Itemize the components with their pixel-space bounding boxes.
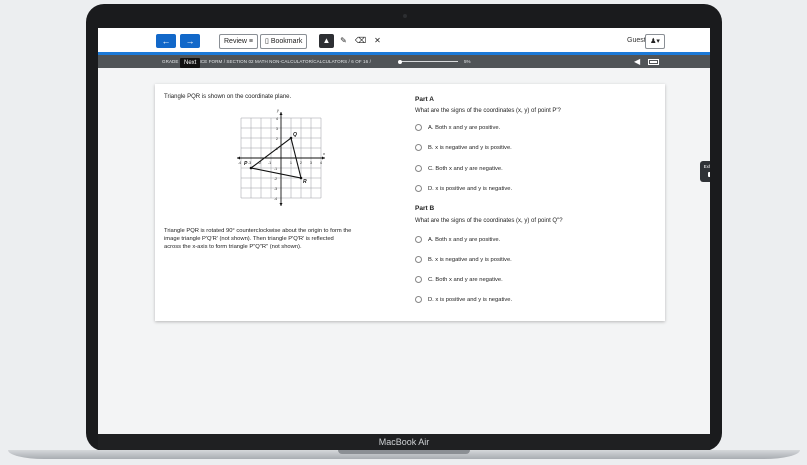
x-tick: -4 xyxy=(238,161,241,165)
y-tick: -1 xyxy=(274,167,277,171)
part-b-option-b[interactable]: B. x is negative and y is positive. xyxy=(415,256,512,263)
radio-button[interactable] xyxy=(415,185,422,192)
x-axis-label: x xyxy=(322,152,326,156)
pen-tool-icon[interactable]: ✎ xyxy=(336,34,351,48)
x-tick: 4 xyxy=(320,161,322,165)
radio-button[interactable] xyxy=(415,236,422,243)
coordinate-plane: P Q R y x -4 -3 -2 -1 1 2 3 4 4 3 2 1 -1… xyxy=(237,109,326,206)
part-a-title: Part A xyxy=(415,96,434,103)
progress-percent: 5% xyxy=(464,59,471,64)
x-tick: -1 xyxy=(268,161,271,165)
y-axis-label: y xyxy=(276,109,280,113)
part-a-option-c[interactable]: C. Both x and y are negative. xyxy=(415,165,503,172)
radio-button[interactable] xyxy=(415,124,422,131)
progress-bar xyxy=(400,61,458,62)
x-tick: -2 xyxy=(258,161,261,165)
bookmark-icon: ▯ xyxy=(265,38,269,45)
part-b-prompt: What are the signs of the coordinates (x… xyxy=(415,218,563,224)
user-menu-button[interactable]: ♟▾ xyxy=(645,34,665,49)
exhibits-button[interactable]: Exhibits xyxy=(700,161,710,182)
progress-indicator xyxy=(398,59,402,64)
radio-button[interactable] xyxy=(415,165,422,172)
app-screen: ← → Review ≡ ▯ Bookmark ▲ ✎ ⌫ ✕ Guest ♟▾… xyxy=(98,28,710,434)
list-icon: ≡ xyxy=(248,38,253,45)
device-brand-label: MacBook Air xyxy=(98,434,710,450)
arrow-right-icon: → xyxy=(185,36,195,46)
tool-group: ▲ ✎ ⌫ ✕ xyxy=(319,34,385,48)
next-tooltip: Next xyxy=(180,58,201,68)
question-card: Triangle PQR is shown on the coordinate … xyxy=(155,84,665,321)
camera-dot xyxy=(403,14,407,18)
y-tick: 4 xyxy=(276,117,278,121)
y-tick: 1 xyxy=(276,147,278,151)
x-tick: -3 xyxy=(248,161,251,165)
bookmark-button[interactable]: ▯ Bookmark xyxy=(260,34,308,49)
folder-icon xyxy=(708,172,710,177)
radio-button[interactable] xyxy=(415,144,422,151)
user-name: Guest xyxy=(627,37,646,44)
speaker-icon[interactable]: ◀ xyxy=(634,55,640,68)
part-a-option-a[interactable]: A. Both x and y are positive. xyxy=(415,124,500,131)
back-button[interactable]: ← xyxy=(156,34,176,48)
point-q-label: Q xyxy=(293,132,297,138)
y-tick: 3 xyxy=(276,127,278,131)
top-toolbar: ← → Review ≡ ▯ Bookmark ▲ ✎ ⌫ ✕ Guest ♟▾ xyxy=(98,28,710,55)
arrow-left-icon: ← xyxy=(161,36,171,46)
pointer-tool-icon[interactable]: ▲ xyxy=(319,34,334,48)
radio-button[interactable] xyxy=(415,256,422,263)
review-button[interactable]: Review ≡ xyxy=(219,34,258,49)
point-r-label: R xyxy=(303,179,307,185)
y-tick: -4 xyxy=(274,197,277,201)
part-b-option-d[interactable]: D. x is positive and y is negative. xyxy=(415,296,512,303)
battery-icon xyxy=(648,59,659,65)
x-tick: 3 xyxy=(310,161,312,165)
part-a-option-d[interactable]: D. x is positive and y is negative. xyxy=(415,185,512,192)
x-tick: 1 xyxy=(290,161,292,165)
question-stem: Triangle PQR is shown on the coordinate … xyxy=(164,94,292,100)
x-tick: 2 xyxy=(300,161,302,165)
y-tick: 2 xyxy=(276,137,278,141)
part-a-prompt: What are the signs of the coordinates (x… xyxy=(415,108,561,114)
question-description: Triangle PQR is rotated 90° counterclock… xyxy=(164,228,352,250)
radio-button[interactable] xyxy=(415,296,422,303)
close-tool-icon[interactable]: ✕ xyxy=(370,34,385,48)
laptop-notch xyxy=(338,450,470,454)
y-tick: -3 xyxy=(274,187,277,191)
eraser-tool-icon[interactable]: ⌫ xyxy=(353,34,368,48)
part-b-option-a[interactable]: A. Both x and y are positive. xyxy=(415,236,500,243)
part-a-option-b[interactable]: B. x is negative and y is positive. xyxy=(415,144,512,151)
part-b-title: Part B xyxy=(415,205,435,212)
part-b-option-c[interactable]: C. Both x and y are negative. xyxy=(415,276,503,283)
y-tick: -2 xyxy=(274,177,277,181)
next-button[interactable]: → xyxy=(180,34,200,48)
radio-button[interactable] xyxy=(415,276,422,283)
